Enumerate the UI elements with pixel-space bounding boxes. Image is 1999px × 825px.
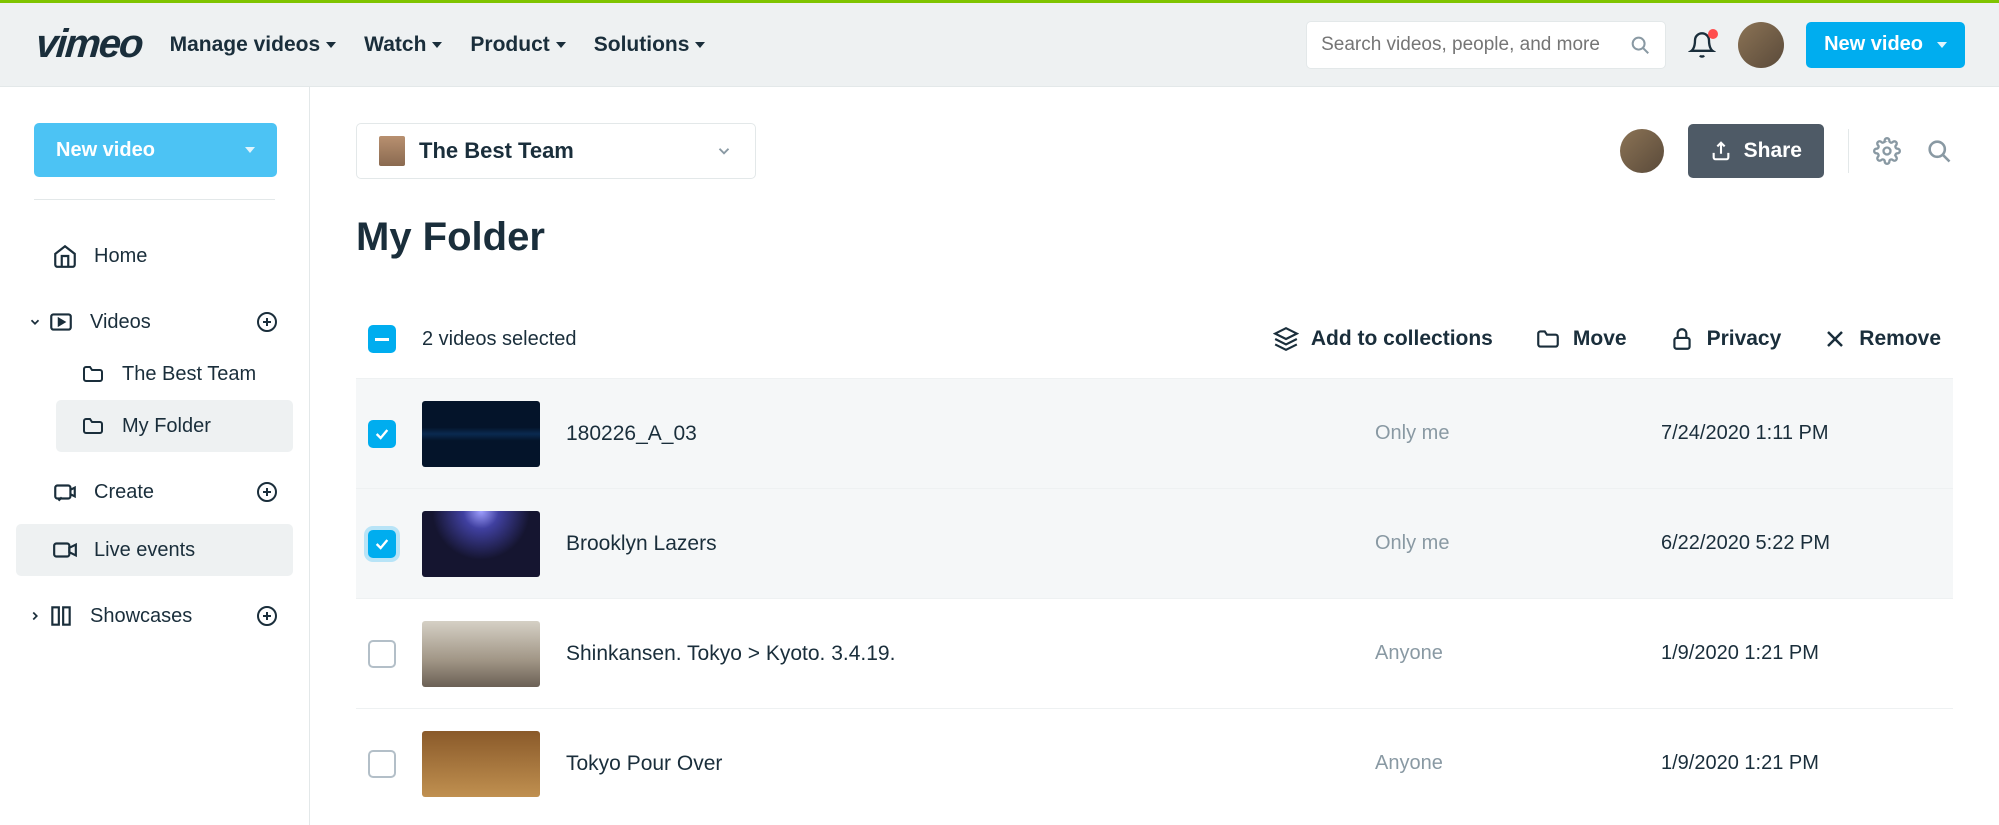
- sidebar-item-label: Home: [94, 245, 147, 268]
- video-date: 6/22/2020 5:22 PM: [1661, 532, 1941, 555]
- new-video-sidebar-button[interactable]: New video: [34, 123, 277, 177]
- row-checkbox[interactable]: [368, 420, 396, 448]
- folder-icon: [1535, 326, 1561, 352]
- create-icon: [52, 479, 78, 505]
- video-row[interactable]: Shinkansen. Tokyo > Kyoto. 3.4.19. Anyon…: [356, 598, 1953, 708]
- sidebar-item-label: Showcases: [90, 605, 192, 628]
- sidebar-item-label: The Best Team: [122, 363, 256, 386]
- video-thumbnail[interactable]: [422, 731, 540, 797]
- user-avatar[interactable]: [1738, 22, 1784, 68]
- sidebar-folder-best-team[interactable]: The Best Team: [56, 348, 293, 400]
- share-button[interactable]: Share: [1688, 124, 1824, 178]
- sidebar-item-label: Videos: [90, 311, 151, 334]
- vimeo-logo[interactable]: vimeo: [36, 22, 142, 67]
- video-thumbnail[interactable]: [422, 621, 540, 687]
- team-avatar-icon: [379, 136, 405, 166]
- video-title[interactable]: 180226_A_03: [566, 422, 1349, 446]
- add-icon[interactable]: [255, 480, 279, 504]
- sidebar-item-label: Live events: [94, 539, 195, 562]
- share-icon: [1710, 140, 1732, 162]
- add-icon[interactable]: [255, 310, 279, 334]
- caret-down-icon: [432, 42, 442, 48]
- video-thumbnail[interactable]: [422, 511, 540, 577]
- sidebar-item-create[interactable]: Create: [16, 466, 293, 518]
- video-date: 7/24/2020 1:11 PM: [1661, 422, 1941, 445]
- primary-nav: Manage videos Watch Product Solutions: [170, 33, 706, 57]
- chevron-down-icon: [715, 142, 733, 160]
- notifications-button[interactable]: [1688, 31, 1716, 59]
- video-date: 1/9/2020 1:21 PM: [1661, 642, 1941, 665]
- nav-watch[interactable]: Watch: [364, 33, 442, 57]
- action-move[interactable]: Move: [1535, 326, 1627, 352]
- collections-icon: [1273, 326, 1299, 352]
- live-icon: [52, 537, 78, 563]
- member-avatar[interactable]: [1620, 129, 1664, 173]
- caret-down-icon: [1937, 42, 1947, 48]
- divider: [34, 199, 275, 200]
- video-date: 1/9/2020 1:21 PM: [1661, 752, 1941, 775]
- video-thumbnail[interactable]: [422, 401, 540, 467]
- search-input[interactable]: [1321, 34, 1629, 56]
- add-icon[interactable]: [255, 604, 279, 628]
- page-title: My Folder: [356, 215, 1953, 260]
- sidebar-item-label: My Folder: [122, 415, 211, 438]
- lock-icon: [1669, 326, 1695, 352]
- sidebar-folder-my-folder[interactable]: My Folder: [56, 400, 293, 452]
- select-all-checkbox[interactable]: [368, 325, 396, 353]
- row-checkbox[interactable]: [368, 640, 396, 668]
- video-title[interactable]: Tokyo Pour Over: [566, 752, 1349, 776]
- new-video-header-button[interactable]: New video: [1806, 22, 1965, 68]
- nav-product[interactable]: Product: [470, 33, 565, 57]
- sidebar-item-home[interactable]: Home: [16, 230, 293, 282]
- team-picker[interactable]: The Best Team: [356, 123, 756, 179]
- sidebar-item-videos[interactable]: Videos: [16, 296, 293, 348]
- action-add-to-collections[interactable]: Add to collections: [1273, 326, 1493, 352]
- videos-icon: [48, 309, 74, 335]
- video-row[interactable]: 180226_A_03 Only me 7/24/2020 1:11 PM: [356, 378, 1953, 488]
- nav-manage-videos[interactable]: Manage videos: [170, 33, 337, 57]
- video-title[interactable]: Brooklyn Lazers: [566, 532, 1349, 556]
- action-remove[interactable]: Remove: [1823, 327, 1941, 351]
- close-icon: [1823, 327, 1847, 351]
- folder-icon: [80, 361, 106, 387]
- selection-bar: 2 videos selected Add to collections Mov…: [356, 306, 1953, 372]
- nav-solutions[interactable]: Solutions: [594, 33, 706, 57]
- divider: [1848, 129, 1849, 173]
- video-row[interactable]: Brooklyn Lazers Only me 6/22/2020 5:22 P…: [356, 488, 1953, 598]
- caret-down-icon: [695, 42, 705, 48]
- chevron-right-icon: [28, 609, 42, 623]
- chevron-down-icon: [28, 315, 42, 329]
- video-privacy: Only me: [1375, 532, 1635, 555]
- caret-down-icon: [245, 147, 255, 153]
- sidebar-item-label: Create: [94, 481, 154, 504]
- folder-icon: [80, 413, 106, 439]
- video-row[interactable]: Tokyo Pour Over Anyone 1/9/2020 1:21 PM: [356, 708, 1953, 818]
- action-privacy[interactable]: Privacy: [1669, 326, 1782, 352]
- caret-down-icon: [326, 42, 336, 48]
- video-privacy: Anyone: [1375, 752, 1635, 775]
- notification-dot-icon: [1708, 29, 1718, 39]
- search-icon[interactable]: [1925, 137, 1953, 165]
- global-header: vimeo Manage videos Watch Product Soluti…: [0, 3, 1999, 87]
- folder-toolbar: The Best Team Share: [356, 123, 1953, 179]
- gear-icon[interactable]: [1873, 137, 1901, 165]
- main-content: The Best Team Share My Folder 2: [310, 87, 1999, 825]
- video-title[interactable]: Shinkansen. Tokyo > Kyoto. 3.4.19.: [566, 642, 1349, 666]
- sidebar-item-showcases[interactable]: Showcases: [16, 590, 293, 642]
- sidebar-item-live-events[interactable]: Live events: [16, 524, 293, 576]
- sidebar: New video Home Videos: [0, 87, 310, 825]
- showcases-icon: [48, 603, 74, 629]
- row-checkbox[interactable]: [368, 750, 396, 778]
- row-checkbox[interactable]: [368, 530, 396, 558]
- search-box[interactable]: [1306, 21, 1666, 69]
- team-name: The Best Team: [419, 138, 701, 164]
- video-privacy: Only me: [1375, 422, 1635, 445]
- caret-down-icon: [556, 42, 566, 48]
- home-icon: [52, 243, 78, 269]
- video-privacy: Anyone: [1375, 642, 1635, 665]
- selection-count: 2 videos selected: [422, 328, 577, 351]
- search-icon: [1629, 34, 1651, 56]
